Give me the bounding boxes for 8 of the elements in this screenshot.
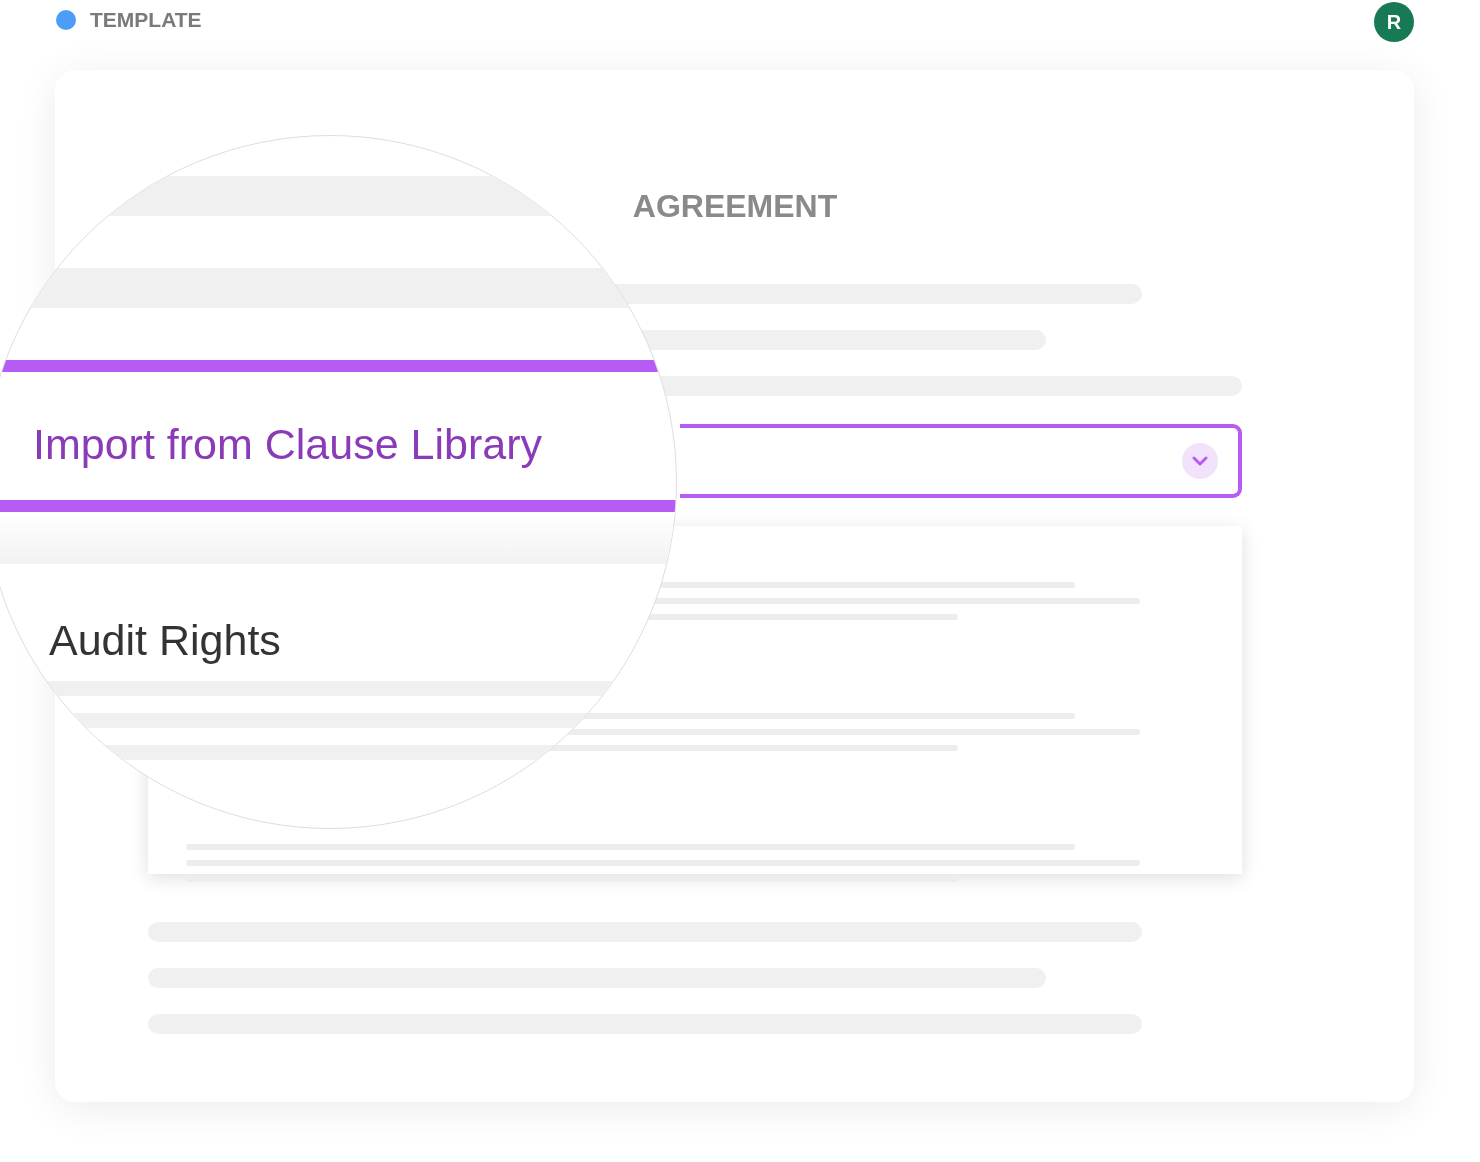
dropdown-field[interactable] xyxy=(680,424,1242,498)
option-label: Audit Rights xyxy=(49,615,281,666)
dropdown-label: Import from Clause Library xyxy=(33,419,542,470)
status-dot-icon xyxy=(56,9,76,30)
user-avatar[interactable]: R xyxy=(1374,2,1414,42)
document-title: AGREEMENT xyxy=(632,188,838,224)
template-label: TEMPLATE xyxy=(90,7,202,33)
chevron-down-icon[interactable] xyxy=(1182,443,1218,479)
